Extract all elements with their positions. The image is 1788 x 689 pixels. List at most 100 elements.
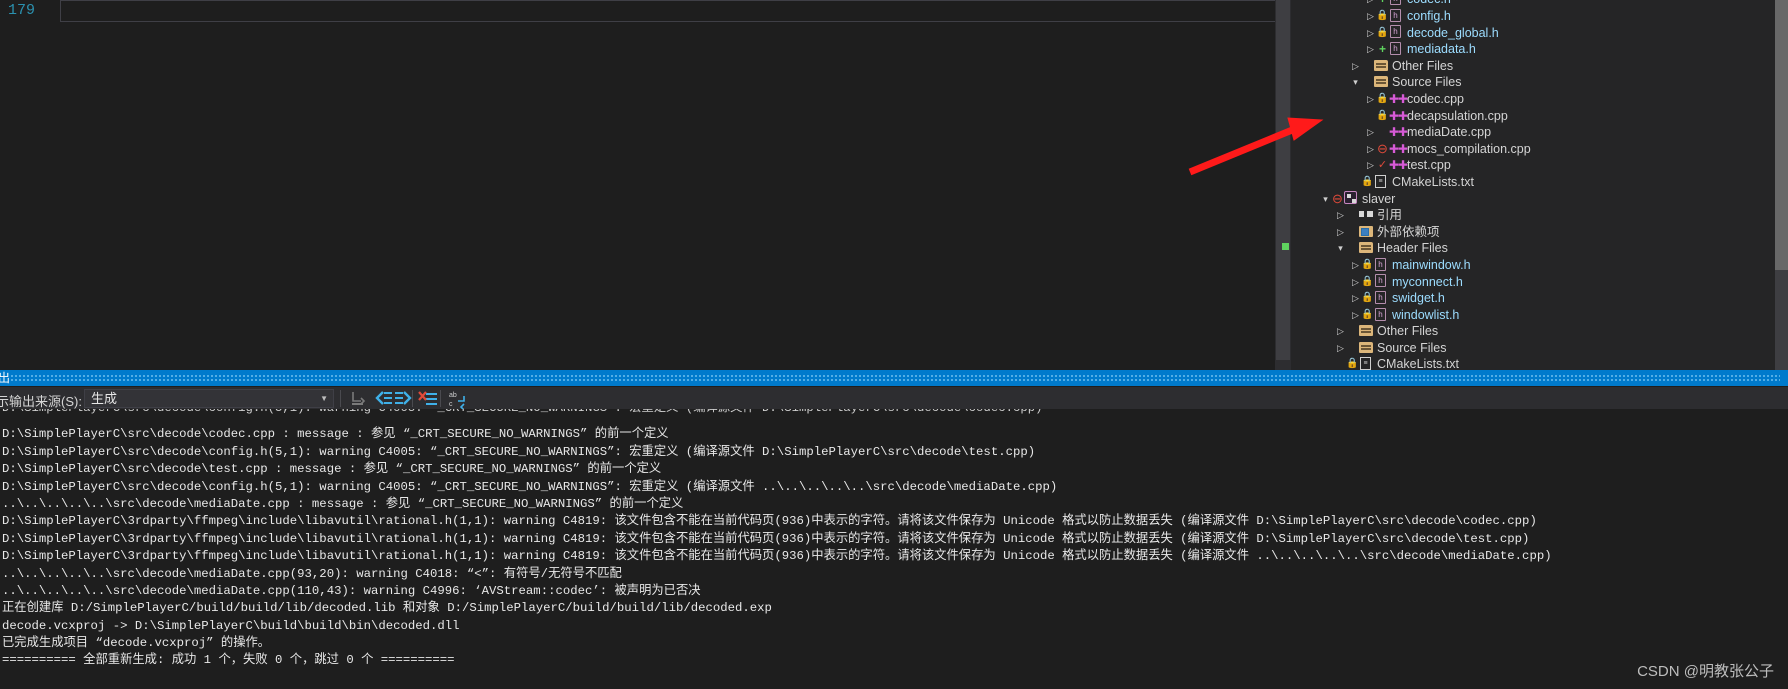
text-file-icon: ≡ [1375, 174, 1386, 188]
tree-item-swidget-h[interactable]: ▷ 🔒 h swidget.h [1291, 290, 1788, 307]
tree-item-source-files[interactable]: ▷ Source Files [1291, 339, 1788, 356]
collapse-arrow-icon[interactable]: ▾ [1320, 191, 1331, 208]
tree-item-label: Other Files [1377, 324, 1439, 339]
tree-item-other-files[interactable]: ▷ Other Files [1291, 57, 1788, 74]
expand-arrow-icon[interactable]: ▷ [1365, 141, 1376, 158]
tree-item-label: 外部依赖项 [1377, 224, 1440, 239]
tree-item-label: config.h [1407, 9, 1451, 23]
expand-arrow-icon[interactable]: ▷ [1335, 224, 1346, 241]
output-log-line: D:\SimplePlayerC\src\decode\test.cpp : m… [2, 462, 662, 477]
expand-arrow-icon[interactable]: ▷ [1365, 8, 1376, 25]
tree-item-decapsulation-cpp[interactable]: ▷🔒✚✚decapsulation.cpp [1291, 107, 1788, 124]
tree-item--[interactable]: ▷ 外部依赖项 [1291, 223, 1788, 240]
expand-arrow-icon[interactable]: ▷ [1350, 58, 1361, 75]
filter-folder-icon [1374, 76, 1388, 88]
tree-item-mediadate-cpp[interactable]: ▷ ✚✚mediaDate.cpp [1291, 124, 1788, 141]
expand-arrow-icon[interactable]: ▷ [1365, 25, 1376, 42]
no-twisty: ▷ [1350, 174, 1361, 191]
lock-icon: 🔒 [1376, 92, 1389, 104]
expand-arrow-icon[interactable]: ▷ [1335, 207, 1346, 224]
collapse-arrow-icon[interactable]: ▾ [1350, 74, 1361, 91]
expand-arrow-icon[interactable]: ▷ [1365, 41, 1376, 58]
references-icon [1359, 210, 1373, 219]
filter-folder-icon [1359, 242, 1373, 254]
expand-arrow-icon[interactable]: ▷ [1365, 124, 1376, 141]
expand-arrow-icon[interactable]: ▷ [1335, 323, 1346, 340]
solution-explorer-scrollbar-thumb[interactable] [1775, 0, 1788, 270]
svg-text:c: c [449, 401, 453, 408]
tree-item-myconnect-h[interactable]: ▷ 🔒 h myconnect.h [1291, 273, 1788, 290]
tree-item-label: mainwindow.h [1392, 257, 1471, 272]
clear-all-icon[interactable] [417, 388, 440, 409]
pending-changes-marker [1282, 243, 1289, 250]
editor-line-number: 179 [8, 2, 36, 19]
expand-arrow-icon[interactable]: ▷ [1350, 257, 1361, 274]
solution-explorer-tree[interactable]: ▷+hcodec.h▷🔒hconfig.h▷🔒hdecode_global.h▷… [1291, 0, 1788, 372]
tree-item-label: Header Files [1377, 241, 1448, 256]
tree-item-slaver[interactable]: ▾ ⊖ slaver [1291, 190, 1788, 207]
editor-pane[interactable]: 179 [0, 0, 1455, 418]
tree-item-mediadata-h[interactable]: ▷ + h mediadata.h [1291, 41, 1788, 58]
expand-arrow-icon[interactable]: ▷ [1350, 290, 1361, 307]
output-log-line: decode.vcxproj -> D:\SimplePlayerC\build… [2, 618, 460, 633]
output-source-select[interactable]: 生成 ▼ [84, 389, 334, 408]
tree-item-mocs-compilation-cpp[interactable]: ▷ ⊖✚✚mocs_compilation.cpp [1291, 140, 1788, 157]
text-file-icon: ≡ [1360, 357, 1371, 371]
tree-item-header-files[interactable]: ▾ Header Files [1291, 240, 1788, 257]
toolbar-separator-3 [440, 390, 441, 407]
expand-arrow-icon[interactable]: ▷ [1335, 340, 1346, 357]
tree-item-label: slaver [1362, 191, 1396, 206]
tree-item--[interactable]: ▷ 引用 [1291, 207, 1788, 224]
tree-item-source-files[interactable]: ▾ Source Files [1291, 74, 1788, 91]
filter-folder-icon [1359, 341, 1373, 353]
tree-item-label: Other Files [1392, 58, 1454, 73]
output-log-line: D:\SimplePlayerC\3rdparty\ffmpeg\include… [2, 549, 1552, 564]
expand-arrow-icon[interactable]: ▷ [1365, 157, 1376, 174]
output-log-line: D:\SimplePlayerC\3rdparty\ffmpeg\include… [2, 531, 1530, 546]
tree-item-windowlist-h[interactable]: ▷ 🔒 h windowlist.h [1291, 306, 1788, 323]
tree-item-test-cpp[interactable]: ▷ ✓ ✚✚test.cpp [1291, 157, 1788, 174]
output-log-line: ..\..\..\..\..\src\decode\mediaDate.cpp(… [2, 583, 701, 598]
output-window-focus-dots [10, 374, 1780, 382]
toolbar-separator-2 [412, 390, 413, 407]
header-file-icon: h [1375, 274, 1386, 288]
tree-item-label: Source Files [1377, 340, 1447, 355]
output-log-line: 已完成生成项目 “decode.vcxproj” 的操作。 [2, 636, 271, 651]
tree-item-decode-global-h[interactable]: ▷ 🔒 h decode_global.h [1291, 24, 1788, 41]
tree-item-label: windowlist.h [1392, 307, 1460, 322]
plus-icon: + [1378, 42, 1386, 57]
filter-folder-icon [1374, 59, 1388, 71]
vs-ide-window: 179 ▷+hcodec.h▷🔒hconfig.h▷🔒hdecode_globa… [0, 0, 1788, 689]
header-file-icon: h [1375, 290, 1386, 304]
tree-item-mainwindow-h[interactable]: ▷ 🔒 h mainwindow.h [1291, 257, 1788, 274]
external-dependencies-icon [1359, 225, 1373, 237]
cpp-file-icon: ✚✚ [1389, 108, 1408, 123]
expand-arrow-icon[interactable]: ▷ [1350, 307, 1361, 324]
editor-scrollbar-thumb[interactable] [1276, 0, 1290, 360]
tree-item-codec-h[interactable]: ▷+hcodec.h [1291, 0, 1788, 8]
toggle-word-wrap-icon[interactable]: ab c [445, 388, 468, 411]
editor-code-box[interactable] [60, 0, 1440, 22]
chevron-down-icon[interactable]: ▼ [320, 390, 328, 408]
tree-item-label: decode_global.h [1407, 25, 1499, 40]
tree-item-label: mocs_compilation.cpp [1407, 141, 1531, 156]
header-file-icon: h [1390, 0, 1401, 6]
tree-item-label: test.cpp [1407, 158, 1451, 173]
tree-item-other-files[interactable]: ▷ Other Files [1291, 323, 1788, 340]
header-file-icon: h [1390, 42, 1401, 56]
tree-item-label: myconnect.h [1392, 274, 1463, 289]
lock-icon: 🔒 [1361, 292, 1374, 304]
collapse-arrow-icon[interactable]: ▾ [1335, 240, 1346, 257]
output-log-line: 正在创建库 D:/SimplePlayerC/build/build/lib/d… [2, 601, 772, 616]
tree-item-codec-cpp[interactable]: ▷ 🔒✚✚codec.cpp [1291, 91, 1788, 108]
output-log[interactable]: D:\SimplePlayerC\src\decode\config.h(5,1… [0, 409, 1788, 689]
cpp-file-icon: ✚✚ [1389, 91, 1408, 106]
cpp-file-icon: ✚✚ [1389, 125, 1408, 140]
tree-item-cmakelists-txt[interactable]: ▷🔒≡ CMakeLists.txt [1291, 174, 1788, 191]
expand-arrow-icon[interactable]: ▷ [1350, 274, 1361, 291]
expand-arrow-icon[interactable]: ▷ [1365, 91, 1376, 108]
tree-item-config-h[interactable]: ▷ 🔒 h config.h [1291, 8, 1788, 25]
find-message-icon[interactable] [346, 388, 369, 409]
toolbar-separator-1 [340, 390, 341, 407]
output-log-line: ========== 全部重新生成: 成功 1 个，失败 0 个，跳过 0 个 … [2, 653, 455, 668]
